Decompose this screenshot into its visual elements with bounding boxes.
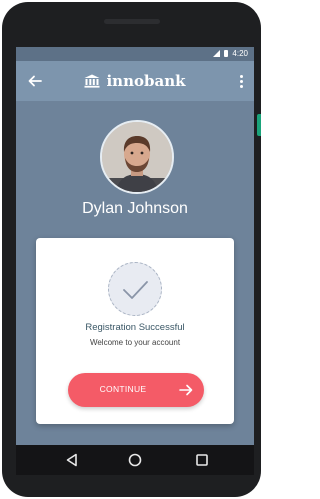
nav-home-icon: [128, 453, 142, 467]
success-title: Registration Successful: [85, 322, 185, 333]
check-icon: [123, 281, 148, 299]
avatar: [100, 120, 174, 194]
app-bar: innobank: [16, 61, 254, 101]
phone-frame: 4:20 innobank Dylan Johnson Registration…: [2, 2, 261, 497]
battery-icon: [224, 50, 229, 57]
more-options-button[interactable]: [234, 70, 248, 92]
registration-card: Registration Successful Welcome to your …: [36, 238, 234, 424]
nav-back-icon: [66, 453, 77, 467]
signal-icon: [213, 50, 221, 57]
continue-button[interactable]: CONTINUE: [68, 373, 204, 407]
profile-photo: [102, 122, 172, 192]
arrow-right-icon: [178, 381, 194, 399]
user-name: Dylan Johnson: [82, 200, 188, 217]
phone-speaker: [104, 19, 160, 24]
nav-recent-button[interactable]: [194, 452, 210, 468]
system-nav-bar: [16, 445, 254, 475]
brand-name: innobank: [106, 72, 186, 90]
bank-icon: [84, 74, 100, 88]
success-badge: [108, 262, 162, 316]
success-subtitle: Welcome to your account: [89, 338, 181, 347]
nav-home-button[interactable]: [127, 452, 143, 468]
nav-back-button[interactable]: [64, 452, 80, 468]
continue-label: CONTINUE: [99, 384, 147, 394]
app-screen: 4:20 innobank Dylan Johnson Registration…: [16, 47, 254, 445]
status-icons: 4:20: [213, 49, 248, 58]
brand: innobank: [16, 61, 254, 101]
phone-side-accent: [257, 114, 261, 136]
nav-recent-icon: [196, 454, 208, 466]
more-vertical-icon: [239, 74, 243, 78]
status-bar: 4:20: [16, 47, 254, 61]
status-time: 4:20: [232, 49, 248, 58]
